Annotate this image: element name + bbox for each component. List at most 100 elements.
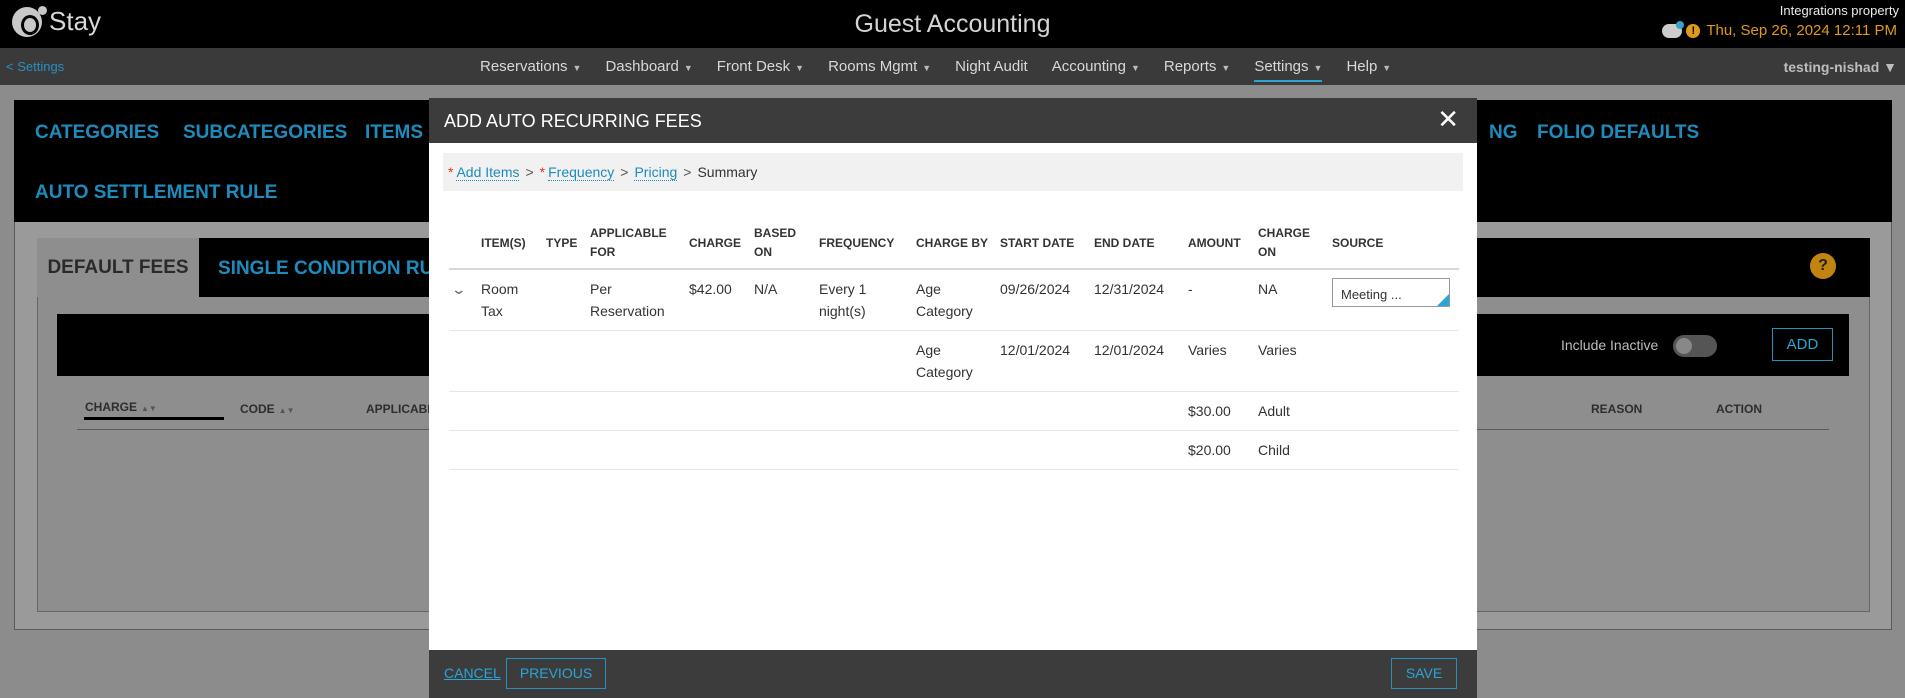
chevron-down-icon: ▼ [922, 63, 932, 73]
item-cell: Room Tax [477, 269, 542, 331]
column-header-frequency: FREQUENCY [815, 218, 912, 270]
column-header-action: ACTION [1716, 402, 1762, 416]
chevron-down-icon: ▼ [1130, 63, 1140, 73]
end-date-cell: 12/31/2024 [1090, 269, 1184, 331]
breadcrumb-separator: > [620, 164, 629, 180]
chevron-down-icon: ▼ [1221, 63, 1231, 73]
type-cell [542, 269, 586, 331]
source-cell: Meeting ... [1328, 269, 1459, 331]
add-auto-recurring-fees-modal: ADD AUTO RECURRING FEES ✕ * Add Items > … [429, 98, 1477, 698]
nav-item-reports[interactable]: Reports ▼ [1152, 48, 1242, 85]
wizard-breadcrumb: * Add Items > * Frequency > Pricing > Su… [443, 153, 1463, 191]
charge-by-cell: Age Category [912, 330, 996, 392]
charge-on-cell: Child [1254, 430, 1328, 470]
based-on-cell: N/A [750, 269, 815, 331]
help-icon[interactable]: ? [1810, 253, 1836, 279]
table-header-row: ITEM(S) TYPE APPLICABLE FOR CHARGE BASED… [449, 218, 1459, 270]
required-mark: * [539, 164, 546, 180]
start-date-cell: 09/26/2024 [996, 269, 1090, 331]
nav-menu: Reservations ▼ Dashboard ▼ Front Desk ▼ Roo… [468, 48, 1403, 85]
nav-item-accounting[interactable]: Accounting ▼ [1040, 48, 1152, 85]
tab-posting[interactable]: NG [1489, 122, 1518, 144]
charge-cell: $42.00 [685, 269, 750, 331]
nav-item-front-desk[interactable]: Front Desk ▼ [705, 48, 816, 85]
column-header-expand [449, 218, 477, 270]
amount-cell: $30.00 [1184, 391, 1254, 431]
charge-by-cell: Age Category [912, 269, 996, 331]
amount-cell: Varies [1184, 330, 1254, 392]
user-menu[interactable]: testing-nishad ▼ [1784, 59, 1897, 75]
page-title: Guest Accounting [854, 10, 1051, 38]
nav-item-settings[interactable]: Settings ▼ [1242, 48, 1334, 85]
start-date-cell: 12/01/2024 [996, 330, 1090, 392]
sort-icon: ▲▼ [141, 404, 157, 413]
column-header-end-date: END DATE [1090, 218, 1184, 270]
amount-cell: $20.00 [1184, 430, 1254, 470]
column-header-based-on: BASED ON [750, 218, 815, 270]
table-row: $30.00 Adult [449, 391, 1459, 431]
tab-default-fees[interactable]: DEFAULT FEES [37, 238, 199, 297]
nav-item-reservations[interactable]: Reservations ▼ [468, 48, 593, 85]
applicable-for-cell: Per Reservation [586, 269, 685, 331]
nav-item-night-audit[interactable]: Night Audit [943, 48, 1040, 85]
wizard-step-add-items[interactable]: Add Items [456, 164, 520, 181]
summary-table: ITEM(S) TYPE APPLICABLE FOR CHARGE BASED… [449, 218, 1459, 470]
chevron-down-icon: ▼ [572, 63, 582, 73]
top-header: Stay Guest Accounting Integrations prope… [0, 0, 1905, 48]
column-header-source: SOURCE [1328, 218, 1459, 270]
tab-auto-settlement-rule[interactable]: AUTO SETTLEMENT RULE [35, 182, 277, 204]
datetime-text: Thu, Sep 26, 2024 12:11 PM [1706, 22, 1897, 39]
nav-item-rooms-mgmt[interactable]: Rooms Mgmt ▼ [816, 48, 943, 85]
tab-folio-defaults[interactable]: FOLIO DEFAULTS [1537, 122, 1699, 144]
chevron-down-icon: ▼ [1382, 63, 1392, 73]
save-button[interactable]: SAVE [1391, 658, 1457, 689]
main-nav: < Settings Reservations ▼ Dashboard ▼ Fron… [0, 48, 1905, 85]
required-mark: * [448, 164, 454, 180]
nav-item-dashboard[interactable]: Dashboard ▼ [593, 48, 704, 85]
sort-icon: ▲▼ [278, 406, 295, 415]
wizard-step-frequency[interactable]: Frequency [548, 164, 615, 181]
sort-indicator [84, 417, 224, 420]
add-fee-button[interactable]: ADD [1772, 328, 1833, 361]
weather-icon [1662, 20, 1685, 38]
charge-on-cell: NA [1254, 269, 1328, 331]
modal-title: ADD AUTO RECURRING FEES [444, 111, 702, 131]
tab-subcategories[interactable]: SUBCATEGORIES [183, 122, 347, 144]
back-to-settings-link[interactable]: < Settings [6, 59, 64, 74]
column-header-charge[interactable]: CHARGE ▲▼ [85, 400, 157, 414]
breadcrumb-separator: > [683, 164, 692, 180]
charge-on-cell: Varies [1254, 330, 1328, 392]
column-header-items: ITEM(S) [477, 218, 542, 270]
wizard-step-pricing[interactable]: Pricing [634, 164, 678, 181]
end-date-cell: 12/01/2024 [1090, 330, 1184, 392]
column-header-charge-by: CHARGE BY [912, 218, 996, 270]
cancel-button[interactable]: CANCEL [444, 665, 501, 681]
column-header-amount: AMOUNT [1184, 218, 1254, 270]
tab-single-condition-rule[interactable]: SINGLE CONDITION RULE [218, 258, 458, 280]
include-inactive-label: Include Inactive [1561, 337, 1659, 353]
charge-on-cell: Adult [1254, 391, 1328, 431]
table-row: Age Category 12/01/2024 12/01/2024 Varie… [449, 330, 1459, 392]
column-header-code[interactable]: CODE ▲▼ [240, 402, 295, 416]
column-header-charge: CHARGE [685, 218, 750, 270]
warning-icon[interactable]: ! [1686, 23, 1701, 38]
nav-item-help[interactable]: Help ▼ [1334, 48, 1403, 85]
table-row: ⌄ Room Tax Per Reservation $42.00 N/A Ev… [449, 269, 1459, 331]
chevron-down-icon[interactable]: ⌄ [451, 278, 467, 300]
include-inactive-toggle[interactable] [1673, 335, 1717, 357]
expand-cell[interactable]: ⌄ [449, 269, 477, 331]
breadcrumb-separator: > [525, 164, 534, 180]
source-select[interactable]: Meeting ... [1332, 278, 1450, 307]
column-header-type: TYPE [542, 218, 586, 270]
property-name[interactable]: Integrations property [1780, 3, 1899, 18]
tab-items[interactable]: ITEMS [365, 122, 423, 144]
modal-header: ADD AUTO RECURRING FEES ✕ [429, 98, 1477, 143]
column-header-applicable-for: APPLICABLE FOR [586, 218, 685, 270]
close-icon[interactable]: ✕ [1437, 106, 1459, 132]
amount-cell: - [1184, 269, 1254, 331]
tab-categories[interactable]: CATEGORIES [35, 122, 159, 144]
chevron-down-icon: ▼ [795, 63, 805, 73]
datetime-display: ! Thu, Sep 26, 2024 12:11 PM [1662, 20, 1897, 39]
wizard-step-summary: Summary [697, 164, 758, 180]
previous-button[interactable]: PREVIOUS [506, 658, 606, 689]
